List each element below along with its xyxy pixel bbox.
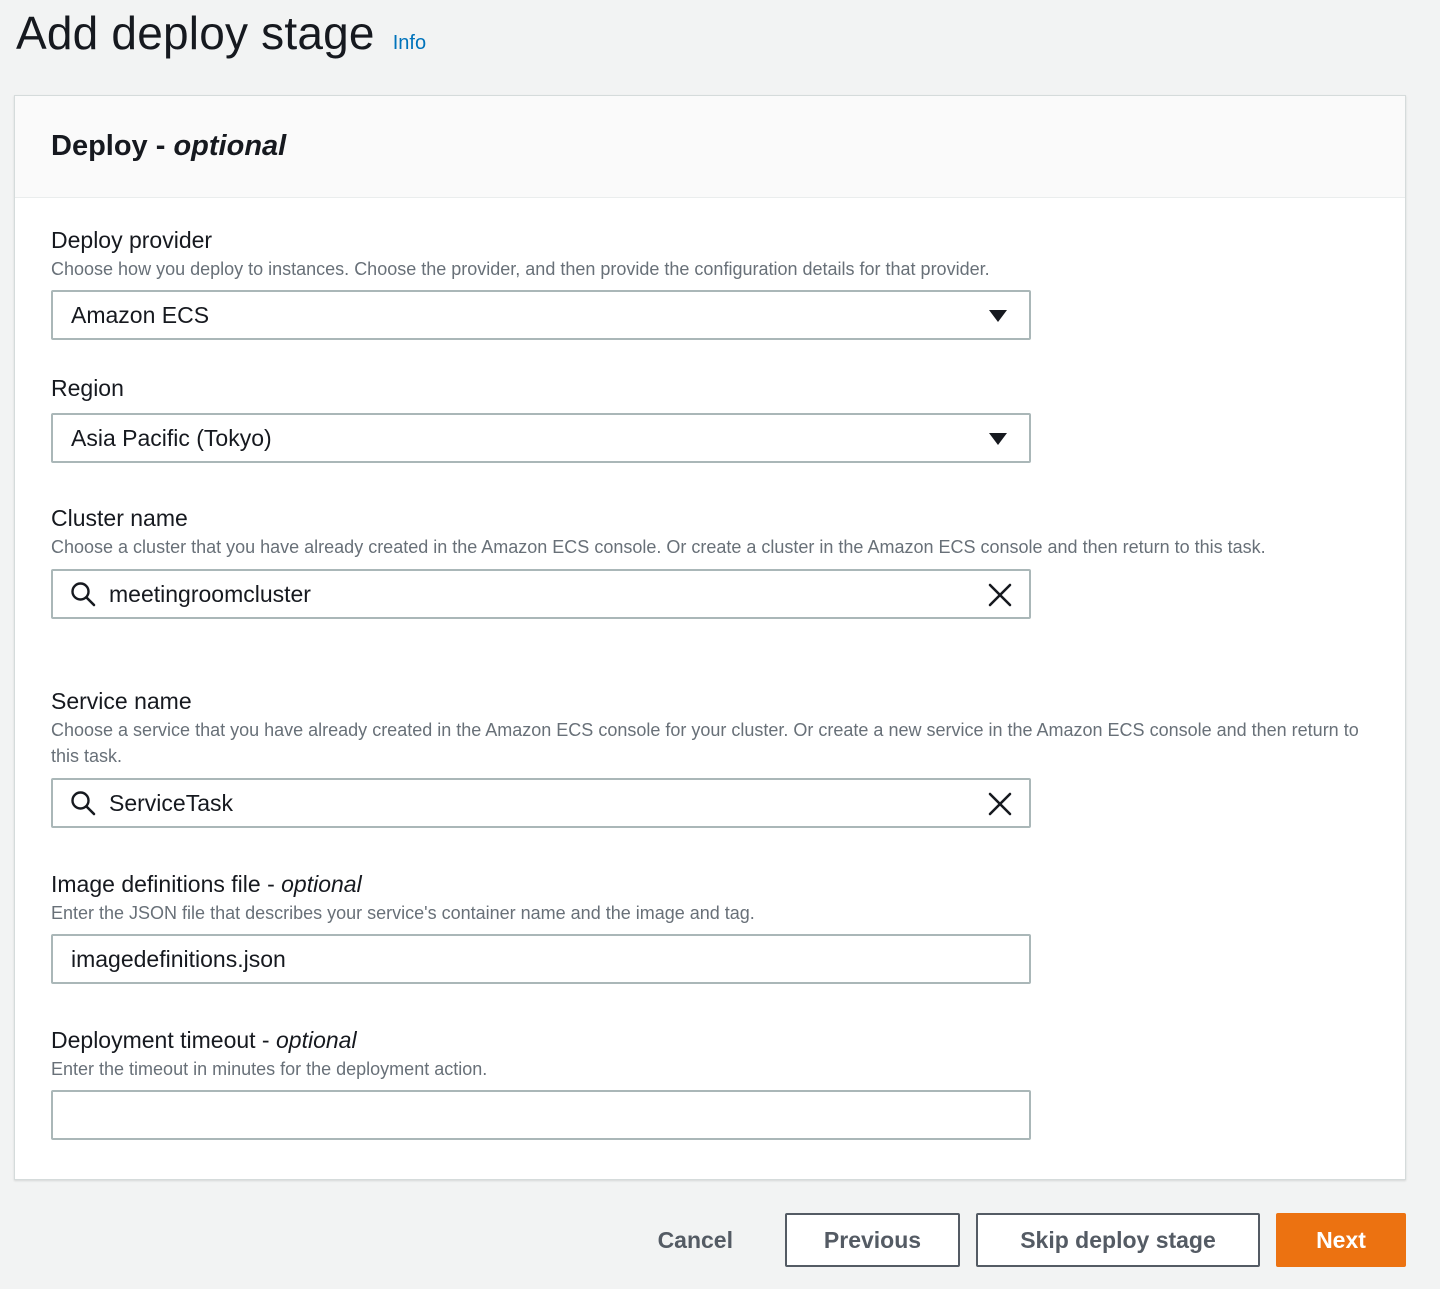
page-title: Add deploy stage: [16, 7, 375, 59]
info-link[interactable]: Info: [393, 32, 426, 55]
cluster-name-input[interactable]: meetingroomcluster: [51, 569, 1031, 619]
image-definitions-label: Image definitions file - optional: [51, 870, 1361, 898]
next-button[interactable]: Next: [1276, 1213, 1406, 1267]
deployment-timeout-label-text: Deployment timeout -: [51, 1027, 276, 1053]
deploy-provider-description: Choose how you deploy to instances. Choo…: [51, 259, 990, 279]
panel-header: Deploy - optional: [15, 96, 1405, 198]
deploy-provider-label: Deploy provider: [51, 227, 213, 253]
panel-title: Deploy - optional: [51, 130, 286, 163]
close-icon[interactable]: [987, 582, 1013, 608]
service-name-description: Choose a service that you have already c…: [51, 720, 1359, 766]
wizard-footer: Cancel Previous Skip deploy stage Next: [630, 1213, 1406, 1267]
service-name-value: ServiceTask: [109, 789, 233, 816]
close-icon[interactable]: [987, 791, 1013, 817]
image-definitions-optional: optional: [281, 871, 362, 897]
deployment-timeout-input[interactable]: [51, 1090, 1031, 1140]
service-name-label: Service name: [51, 688, 192, 714]
cluster-name-field: Cluster name Choose a cluster that you h…: [51, 504, 1361, 619]
image-definitions-value: imagedefinitions.json: [71, 945, 286, 972]
region-select[interactable]: Asia Pacific (Tokyo): [51, 413, 1031, 463]
search-icon: [71, 582, 96, 607]
image-definitions-label-text: Image definitions file -: [51, 871, 282, 897]
page-header: Add deploy stage Info: [16, 6, 426, 60]
search-icon: [71, 791, 96, 816]
service-name-field: Service name Choose a service that you h…: [51, 687, 1361, 828]
deploy-panel: Deploy - optional Deploy provider Choose…: [14, 95, 1406, 1180]
panel-title-optional: optional: [173, 130, 287, 162]
deploy-provider-value: Amazon ECS: [71, 301, 210, 328]
deployment-timeout-field: Deployment timeout - optional Enter the …: [51, 1026, 1361, 1140]
cancel-button[interactable]: Cancel: [630, 1213, 761, 1267]
previous-button[interactable]: Previous: [785, 1213, 960, 1267]
deploy-provider-select[interactable]: Amazon ECS: [51, 290, 1031, 340]
cluster-name-value: meetingroomcluster: [109, 580, 311, 607]
caret-down-icon: [989, 433, 1007, 445]
image-definitions-description: Enter the JSON file that describes your …: [51, 903, 755, 923]
cluster-name-description: Choose a cluster that you have already c…: [51, 537, 1266, 557]
panel-title-text: Deploy -: [51, 130, 174, 162]
region-value: Asia Pacific (Tokyo): [71, 424, 272, 451]
deployment-timeout-optional: optional: [275, 1027, 357, 1053]
skip-deploy-stage-button[interactable]: Skip deploy stage: [976, 1213, 1260, 1267]
deployment-timeout-description: Enter the timeout in minutes for the dep…: [51, 1059, 488, 1079]
deploy-provider-field: Deploy provider Choose how you deploy to…: [51, 226, 1361, 340]
image-definitions-input[interactable]: imagedefinitions.json: [51, 934, 1031, 984]
caret-down-icon: [989, 310, 1007, 322]
region-label: Region: [51, 375, 124, 401]
deployment-timeout-label: Deployment timeout - optional: [51, 1026, 1361, 1054]
service-name-input[interactable]: ServiceTask: [51, 778, 1031, 828]
image-definitions-field: Image definitions file - optional Enter …: [51, 870, 1361, 984]
region-field: Region Asia Pacific (Tokyo): [51, 374, 1031, 463]
cluster-name-label: Cluster name: [51, 505, 188, 531]
